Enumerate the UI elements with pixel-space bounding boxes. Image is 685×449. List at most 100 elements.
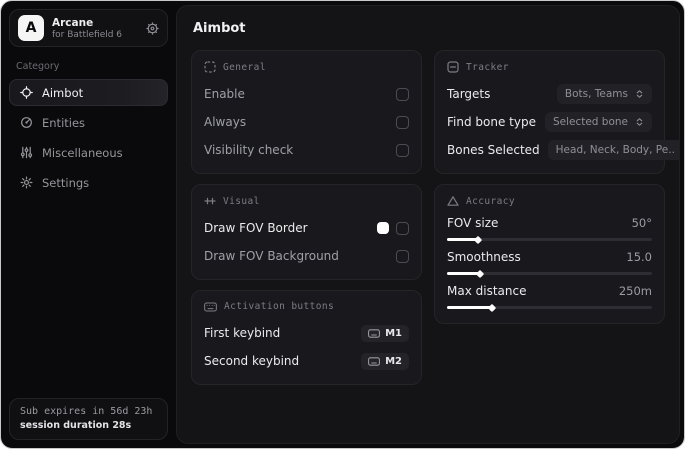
setting-label: Visibility check bbox=[204, 143, 294, 157]
gear-icon[interactable] bbox=[146, 21, 159, 35]
setting-row-find-bone-type: Find bone type Selected bone bbox=[447, 110, 652, 134]
keyboard-icon bbox=[368, 328, 380, 338]
activation-buttons-card: Activation buttons First keybind M1 Seco… bbox=[191, 290, 422, 385]
visibility-check-checkbox[interactable] bbox=[396, 143, 409, 157]
dropdown-value: Head, Neck, Body, Pe.. bbox=[555, 144, 675, 156]
app-window: A Arcane for Battlefield 6 Category Aimb… bbox=[0, 0, 685, 449]
left-column: General Enable Always Visibility check V… bbox=[191, 50, 422, 385]
app-header: A Arcane for Battlefield 6 bbox=[9, 9, 168, 47]
bones-selected-dropdown[interactable]: Head, Neck, Body, Pe.. bbox=[547, 140, 679, 160]
card-title: Visual bbox=[223, 195, 260, 207]
max-distance-slider[interactable] bbox=[447, 306, 652, 309]
setting-label: Always bbox=[204, 115, 247, 129]
card-title: Accuracy bbox=[466, 195, 515, 207]
sidebar: A Arcane for Battlefield 6 Category Aimb… bbox=[1, 1, 176, 448]
session-duration-text: session duration 28s bbox=[20, 420, 132, 431]
sidebar-item-label: Miscellaneous bbox=[42, 145, 123, 160]
setting-label: Enable bbox=[204, 87, 245, 101]
subscription-info: Sub expires in 56d 23h session duration … bbox=[9, 398, 168, 440]
crosshair-icon bbox=[20, 86, 33, 99]
setting-row-targets: Targets Bots, Teams bbox=[447, 82, 652, 106]
tracker-card-header: Tracker bbox=[447, 61, 652, 73]
sidebar-nav: Aimbot Entities Miscellaneous Settings bbox=[9, 79, 168, 196]
setting-label: First keybind bbox=[204, 326, 281, 340]
setting-label: Bones Selected bbox=[447, 143, 540, 157]
slider-value: 50° bbox=[631, 216, 652, 230]
setting-row-first-keybind: First keybind M1 bbox=[204, 321, 409, 345]
sidebar-item-label: Entities bbox=[42, 115, 86, 130]
keybind-value: M1 bbox=[385, 327, 402, 339]
chevrons-up-down-icon bbox=[635, 117, 644, 127]
sidebar-item-label: Settings bbox=[42, 175, 90, 190]
setting-row-enable: Enable bbox=[204, 82, 409, 106]
right-column: Tracker Targets Bots, Teams Find bone ty… bbox=[434, 50, 679, 324]
gear-icon bbox=[20, 176, 33, 189]
setting-row-max-distance: Max distance 250m bbox=[447, 284, 652, 309]
setting-row-visibility-check: Visibility check bbox=[204, 138, 409, 162]
accuracy-card-header: Accuracy bbox=[447, 195, 652, 207]
setting-label: Second keybind bbox=[204, 354, 300, 368]
radar-icon bbox=[20, 116, 33, 129]
card-title: General bbox=[223, 61, 266, 73]
keybind-value: M2 bbox=[385, 355, 402, 367]
sub-expires-text: Sub expires in 56d 23h bbox=[20, 406, 153, 417]
draw-fov-background-checkbox[interactable] bbox=[396, 249, 409, 263]
setting-row-always: Always bbox=[204, 110, 409, 134]
card-title: Tracker bbox=[466, 61, 509, 73]
slider-fill bbox=[447, 306, 493, 309]
category-label: Category bbox=[16, 61, 60, 72]
setting-row-smoothness: Smoothness 15.0 bbox=[447, 250, 652, 275]
slider-value: 15.0 bbox=[626, 250, 652, 264]
setting-row-fov-size: FOV size 50° bbox=[447, 216, 652, 241]
setting-row-draw-fov-border: Draw FOV Border bbox=[204, 216, 409, 240]
dropdown-value: Bots, Teams bbox=[564, 88, 628, 100]
visual-card-header: Visual bbox=[204, 195, 409, 207]
accuracy-card: Accuracy FOV size 50° Smoothness 15.0 Ma… bbox=[434, 184, 665, 324]
minus-square-icon bbox=[447, 61, 459, 73]
find-bone-type-dropdown[interactable]: Selected bone bbox=[544, 112, 652, 132]
card-title: Activation buttons bbox=[224, 301, 335, 312]
sidebar-item-miscellaneous[interactable]: Miscellaneous bbox=[9, 139, 168, 166]
first-keybind-button[interactable]: M1 bbox=[361, 324, 409, 342]
page-title: Aimbot bbox=[193, 21, 246, 36]
app-logo: A bbox=[18, 15, 44, 41]
keyboard-icon bbox=[204, 301, 217, 312]
general-card-header: General bbox=[204, 61, 409, 73]
sidebar-item-entities[interactable]: Entities bbox=[9, 109, 168, 136]
sidebar-item-aimbot[interactable]: Aimbot bbox=[9, 79, 168, 106]
keyboard-icon bbox=[368, 356, 380, 366]
smoothness-slider[interactable] bbox=[447, 272, 652, 275]
draw-fov-border-checkbox[interactable] bbox=[396, 221, 409, 235]
adjust-sliders-icon bbox=[204, 195, 216, 207]
visual-card: Visual Draw FOV Border Draw FOV Backgrou… bbox=[191, 184, 422, 280]
sidebar-item-label: Aimbot bbox=[42, 85, 84, 100]
app-meta: Arcane for Battlefield 6 bbox=[52, 17, 138, 40]
setting-label: Max distance bbox=[447, 284, 527, 298]
slider-value: 250m bbox=[618, 284, 652, 298]
tracker-card: Tracker Targets Bots, Teams Find bone ty… bbox=[434, 50, 679, 174]
app-name: Arcane bbox=[52, 16, 94, 29]
setting-label: Draw FOV Border bbox=[204, 221, 308, 235]
sidebar-item-settings[interactable]: Settings bbox=[9, 169, 168, 196]
setting-row-second-keybind: Second keybind M2 bbox=[204, 349, 409, 373]
main-panel: Aimbot General Enable Always Visibility … bbox=[176, 5, 680, 444]
second-keybind-button[interactable]: M2 bbox=[361, 352, 409, 370]
general-card: General Enable Always Visibility check bbox=[191, 50, 422, 174]
setting-label: Find bone type bbox=[447, 115, 536, 129]
fov-border-color-swatch[interactable] bbox=[377, 222, 389, 234]
fov-size-slider[interactable] bbox=[447, 238, 652, 241]
setting-row-bones-selected: Bones Selected Head, Neck, Body, Pe.. bbox=[447, 138, 679, 162]
chevrons-up-down-icon bbox=[635, 89, 644, 99]
activation-card-header: Activation buttons bbox=[204, 301, 409, 312]
triangle-icon bbox=[447, 195, 459, 207]
app-subtitle: for Battlefield 6 bbox=[52, 29, 123, 40]
slider-fill bbox=[447, 238, 478, 241]
always-checkbox[interactable] bbox=[396, 115, 409, 129]
targets-dropdown[interactable]: Bots, Teams bbox=[556, 84, 652, 104]
dashed-square-icon bbox=[204, 61, 216, 73]
slider-fill bbox=[447, 272, 480, 275]
enable-checkbox[interactable] bbox=[396, 87, 409, 101]
setting-label: Smoothness bbox=[447, 250, 521, 264]
dropdown-value: Selected bone bbox=[552, 116, 628, 128]
setting-label: Draw FOV Background bbox=[204, 249, 339, 263]
